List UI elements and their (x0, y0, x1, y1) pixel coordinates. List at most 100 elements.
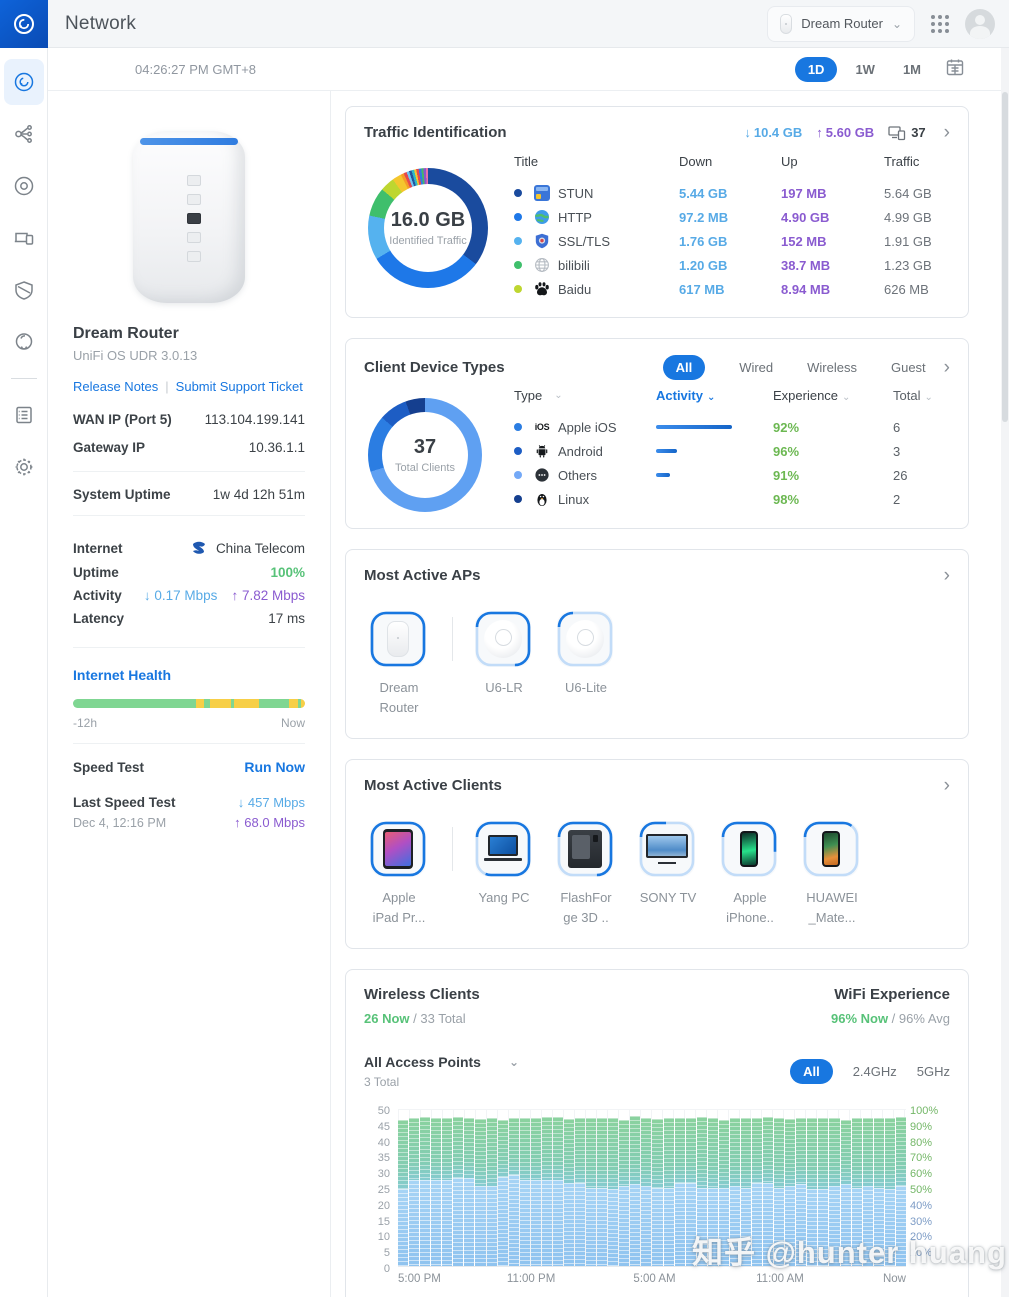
traffic-row-title: HTTP (514, 209, 679, 225)
ap-filter-sub: 3 Total (364, 1075, 400, 1089)
x-axis-label: 11:00 AM (756, 1273, 804, 1285)
main-content: Traffic Identification ↓ 10.4 GB ↑ 5.60 GB… (331, 91, 1001, 1297)
last-speed-test: Last Speed Test Dec 4, 12:16 PM ↓ 457 Mb… (73, 795, 305, 830)
system-uptime-value: 1w 4d 12h 51m (212, 487, 305, 502)
client-tile-box[interactable] (475, 821, 531, 877)
up-arrow-icon: ↑ (234, 815, 241, 830)
dashboard-icon[interactable] (3, 59, 44, 105)
chevron-down-icon: ⌄ (891, 16, 902, 31)
client-tile-box[interactable] (721, 821, 777, 877)
down-arrow-icon: ↓ (744, 125, 751, 140)
ap-filter-dropdown[interactable]: All Access Points ⌄ 3 Total (364, 1054, 519, 1089)
chart-column (685, 1109, 696, 1266)
traffic-card-open-icon[interactable]: › (944, 123, 950, 142)
u6-device-image (484, 620, 522, 658)
clients-table: Type ⌄ Activity ⌄ Experience ⌄ Total ⌄ iOS Apple… (514, 388, 950, 512)
uptime-label: Uptime (73, 565, 119, 580)
col-total[interactable]: Total ⌄ (893, 388, 950, 403)
client-tile-label: Apple iPad Pr... (372, 890, 426, 925)
client-tile-box[interactable] (370, 821, 426, 877)
traffic-row-title: bilibili (514, 257, 679, 273)
calendar-icon[interactable] (945, 57, 965, 82)
scrollbar-thumb[interactable] (1002, 92, 1008, 422)
chart-column (486, 1109, 497, 1266)
traffic-table-row: HTTP 97.2 MB 4.90 GB 4.99 GB (514, 205, 950, 229)
unifi-logo[interactable] (0, 0, 48, 48)
client-type-name: Others (514, 467, 656, 483)
health-segment (73, 699, 196, 708)
col-experience[interactable]: Experience ⌄ (773, 388, 893, 403)
client-tile: FlashForge 3D .. (557, 821, 615, 927)
user-avatar[interactable] (965, 8, 995, 39)
traffic-down-value: 97.2 MB (679, 209, 729, 225)
insights-icon[interactable] (4, 319, 44, 365)
traffic-down-value: 1.20 GB (679, 257, 728, 273)
clients-donut-chart: 37 Total Clients (368, 398, 482, 512)
band-tab-5ghz[interactable]: 5GHz (917, 1064, 950, 1079)
settings-icon[interactable] (4, 444, 44, 490)
traffic-up-value: 38.7 MB (781, 257, 831, 273)
traffic-card-title: Traffic Identification (364, 124, 507, 141)
device-selector[interactable]: Dream Router ⌄ (767, 5, 915, 42)
ap-tile-box[interactable] (475, 611, 531, 667)
system-log-icon[interactable] (4, 392, 44, 438)
time-range-controls: 1D 1W 1M (794, 56, 965, 82)
client-tile-box[interactable] (803, 821, 859, 877)
clients-card-title: Client Device Types (364, 359, 505, 376)
apps-grid-icon[interactable] (931, 14, 949, 33)
band-tab-all[interactable]: All (790, 1059, 833, 1084)
client-tile-box[interactable] (557, 821, 613, 877)
run-now-button[interactable]: Run Now (244, 759, 305, 775)
total-value: 6 (893, 419, 901, 435)
client-type-row: Linux 98% 2 (514, 487, 950, 511)
col-type[interactable]: Type ⌄ (514, 388, 656, 403)
tab-all[interactable]: All (662, 355, 706, 380)
traffic-app-name: HTTP (558, 209, 592, 225)
support-ticket-link[interactable]: Submit Support Ticket (176, 379, 303, 394)
wireless-clients-card: Wireless Clients 26 Now / 33 Total WiFi … (345, 969, 969, 1297)
traffic-table-row: STUN 5.44 GB 197 MB 5.64 GB (514, 181, 950, 205)
y-axis-right-tick: 50% (910, 1184, 933, 1196)
last-speed-test-date: Dec 4, 12:16 PM (73, 816, 167, 830)
chart-column (763, 1109, 774, 1266)
clients-card-open-icon[interactable]: › (944, 358, 950, 377)
col-title: Title (514, 154, 539, 169)
client-tile-box[interactable] (639, 821, 695, 877)
chart-column (431, 1109, 442, 1266)
clients-icon[interactable] (4, 215, 44, 261)
ap-tile-box[interactable] (557, 611, 613, 667)
aps-card-open-icon[interactable]: › (944, 566, 950, 585)
unifi-devices-icon[interactable] (4, 163, 44, 209)
device-panel: Dream Router UniFi OS UDR 3.0.13 Release… (48, 91, 331, 1297)
traffic-up-value: 8.94 MB (781, 281, 831, 297)
band-tab-2.4ghz[interactable]: 2.4GHz (853, 1064, 897, 1079)
ap-tile-box[interactable] (370, 611, 426, 667)
range-tab-1w[interactable]: 1W (845, 57, 885, 82)
range-tab-1d[interactable]: 1D (794, 56, 838, 82)
col-activity[interactable]: Activity ⌄ (656, 388, 773, 403)
chart-column (884, 1109, 895, 1266)
traffic-table-row: bilibili 1.20 GB 38.7 MB 1.23 GB (514, 253, 950, 277)
chart-column (895, 1109, 906, 1266)
internet-health-bar (73, 699, 305, 708)
tab-guest[interactable]: Guest (891, 360, 926, 375)
total-value: 26 (893, 467, 908, 483)
tab-wireless[interactable]: Wireless (807, 360, 857, 375)
experience-value: 98% (773, 491, 800, 507)
chart-column (608, 1109, 619, 1266)
release-notes-link[interactable]: Release Notes (73, 379, 158, 394)
traffic-row-title: STUN (514, 185, 679, 201)
client-tile: Apple iPad Pr... (370, 821, 428, 927)
clients-donut-wrap: 37 Total Clients (364, 388, 514, 512)
tab-wired[interactable]: Wired (739, 360, 773, 375)
range-tab-1m[interactable]: 1M (893, 57, 931, 82)
topology-icon[interactable] (4, 111, 44, 157)
sort-chevron-icon: ⌄ (924, 392, 933, 403)
identified-traffic-value: 16.0 GB (390, 209, 466, 231)
activity-bar (656, 497, 773, 501)
active-clients-card-open-icon[interactable]: › (944, 776, 950, 795)
dream-router-image (133, 131, 245, 303)
security-icon[interactable] (4, 267, 44, 313)
last-speed-test-label: Last Speed Test (73, 795, 176, 810)
most-active-aps-card: Most Active APs › Dream Router U6-LR U6-… (345, 549, 969, 739)
